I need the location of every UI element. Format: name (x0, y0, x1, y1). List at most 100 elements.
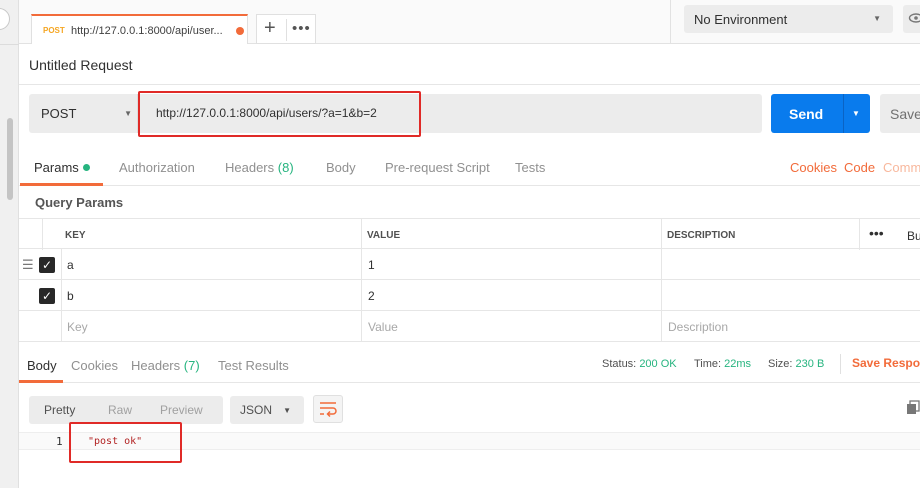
scrollbar[interactable] (7, 118, 13, 200)
tab-params[interactable]: Params (34, 160, 90, 175)
tab-headers-label: Headers (225, 160, 275, 175)
send-button[interactable]: Send (771, 94, 843, 133)
key-cell[interactable]: b (61, 280, 361, 311)
divider (840, 354, 841, 374)
preview-view-button[interactable]: Preview (160, 403, 203, 417)
value-cell[interactable]: 1 (361, 249, 661, 280)
response-language-select[interactable]: JSON ▼ (230, 396, 304, 424)
more-options-button[interactable]: ••• (869, 225, 884, 241)
code-link[interactable]: Code (844, 160, 875, 175)
method-label: POST (41, 106, 77, 121)
request-tabs: Params Authorization Headers (8) Body Pr… (19, 150, 920, 186)
description-input[interactable]: Description (661, 311, 920, 342)
column-description: DESCRIPTION (661, 219, 859, 250)
param-key: b (67, 289, 74, 303)
save-response-button[interactable]: Save Respor (852, 356, 920, 370)
method-select[interactable]: POST ▼ (29, 94, 138, 133)
unsaved-dot-icon (236, 27, 244, 35)
environment-label: No Environment (694, 12, 788, 27)
request-title-bar: Untitled Request (19, 45, 920, 85)
save-label: Save (890, 106, 920, 122)
more-tabs-button[interactable]: ••• (292, 20, 311, 37)
drag-handle-icon[interactable]: ☰ (22, 257, 34, 273)
wrap-lines-icon (320, 402, 337, 418)
divider (286, 19, 287, 41)
url-annotation-box (138, 91, 421, 137)
tab-params-label: Params (34, 160, 79, 175)
tab-response-headers[interactable]: Headers (7) (131, 358, 200, 373)
send-options-button[interactable]: ▼ (843, 94, 870, 133)
environment-select[interactable]: No Environment ▼ (684, 5, 893, 33)
copy-icon[interactable] (906, 400, 920, 414)
row-enabled-checkbox[interactable]: ✓ (39, 257, 55, 273)
tab-response-cookies[interactable]: Cookies (71, 358, 118, 373)
size-label: Size: (768, 358, 793, 370)
value-cell[interactable]: 2 (361, 280, 661, 311)
language-label: JSON (240, 403, 273, 417)
tab-headers[interactable]: Headers (8) (225, 160, 294, 175)
tab-pre-request-script[interactable]: Pre-request Script (385, 160, 490, 175)
tab-authorization[interactable]: Authorization (119, 160, 195, 175)
key-input[interactable]: Key (61, 311, 361, 342)
param-value: 1 (368, 258, 375, 272)
divider (670, 0, 671, 44)
column-value-label: VALUE (367, 230, 401, 241)
send-label: Send (789, 106, 824, 122)
param-key: a (67, 258, 74, 272)
table-row: ✓ b 2 (19, 280, 920, 311)
chevron-down-icon: ▼ (873, 14, 881, 23)
tab-method: POST (43, 26, 65, 35)
response-annotation-box (69, 422, 182, 463)
active-tab-indicator (20, 183, 103, 186)
query-params-title: Query Params (35, 195, 124, 210)
request-title[interactable]: Untitled Request (29, 57, 133, 73)
column-value: VALUE (361, 219, 661, 250)
status-info: Status: 200 OK (602, 358, 677, 370)
tab-test-results[interactable]: Test Results (218, 358, 289, 373)
cookies-link[interactable]: Cookies (790, 160, 837, 175)
column-key: KEY (42, 219, 361, 250)
active-tab-indicator (19, 380, 63, 383)
environment-quick-look-button[interactable] (903, 5, 920, 33)
column-key-label: KEY (65, 230, 86, 241)
query-params-table: KEY VALUE DESCRIPTION ••• Bu ☰ ✓ a 1 ✓ b… (19, 218, 920, 343)
table-header-row: KEY VALUE DESCRIPTION ••• Bu (19, 218, 920, 250)
value-placeholder: Value (368, 320, 398, 334)
tab-response-headers-label: Headers (131, 358, 181, 373)
pretty-view-button[interactable]: Pretty (44, 403, 75, 417)
eye-icon (908, 13, 920, 23)
description-cell[interactable] (661, 280, 920, 311)
description-placeholder: Description (668, 320, 729, 334)
comments-link[interactable]: Comm (883, 160, 920, 175)
status-label: Status: (602, 358, 637, 370)
divider (0, 44, 19, 45)
table-row-new: Key Value Description (19, 311, 920, 342)
tab-response-body[interactable]: Body (27, 358, 57, 373)
line-number: 1 (56, 435, 63, 448)
left-sidebar-strip (0, 0, 19, 488)
table-row: ☰ ✓ a 1 (19, 249, 920, 280)
param-value: 2 (368, 289, 375, 303)
save-button[interactable]: Save (880, 94, 920, 133)
row-enabled-checkbox[interactable]: ✓ (39, 288, 55, 304)
tab-actions: + ••• (256, 14, 316, 44)
description-cell[interactable] (661, 249, 920, 280)
key-placeholder: Key (67, 320, 88, 334)
headers-count: (8) (277, 160, 294, 175)
wrap-lines-button[interactable] (313, 395, 343, 423)
time-value: 22ms (724, 358, 752, 370)
request-tab[interactable]: POST http://127.0.0.1:8000/api/user... (31, 14, 248, 44)
params-active-dot-icon (82, 164, 90, 171)
value-input[interactable]: Value (361, 311, 661, 342)
tab-body[interactable]: Body (326, 160, 356, 175)
time-info: Time: 22ms (694, 358, 751, 370)
raw-view-button[interactable]: Raw (108, 403, 132, 417)
new-tab-button[interactable]: + (264, 17, 276, 40)
size-value: 230 B (795, 358, 825, 370)
key-cell[interactable]: a (61, 249, 361, 280)
column-description-label: DESCRIPTION (667, 230, 736, 241)
tab-tests[interactable]: Tests (515, 160, 545, 175)
bulk-edit-link[interactable]: Bu (907, 229, 920, 243)
time-label: Time: (694, 358, 722, 370)
sidebar-toggle[interactable] (0, 8, 10, 30)
